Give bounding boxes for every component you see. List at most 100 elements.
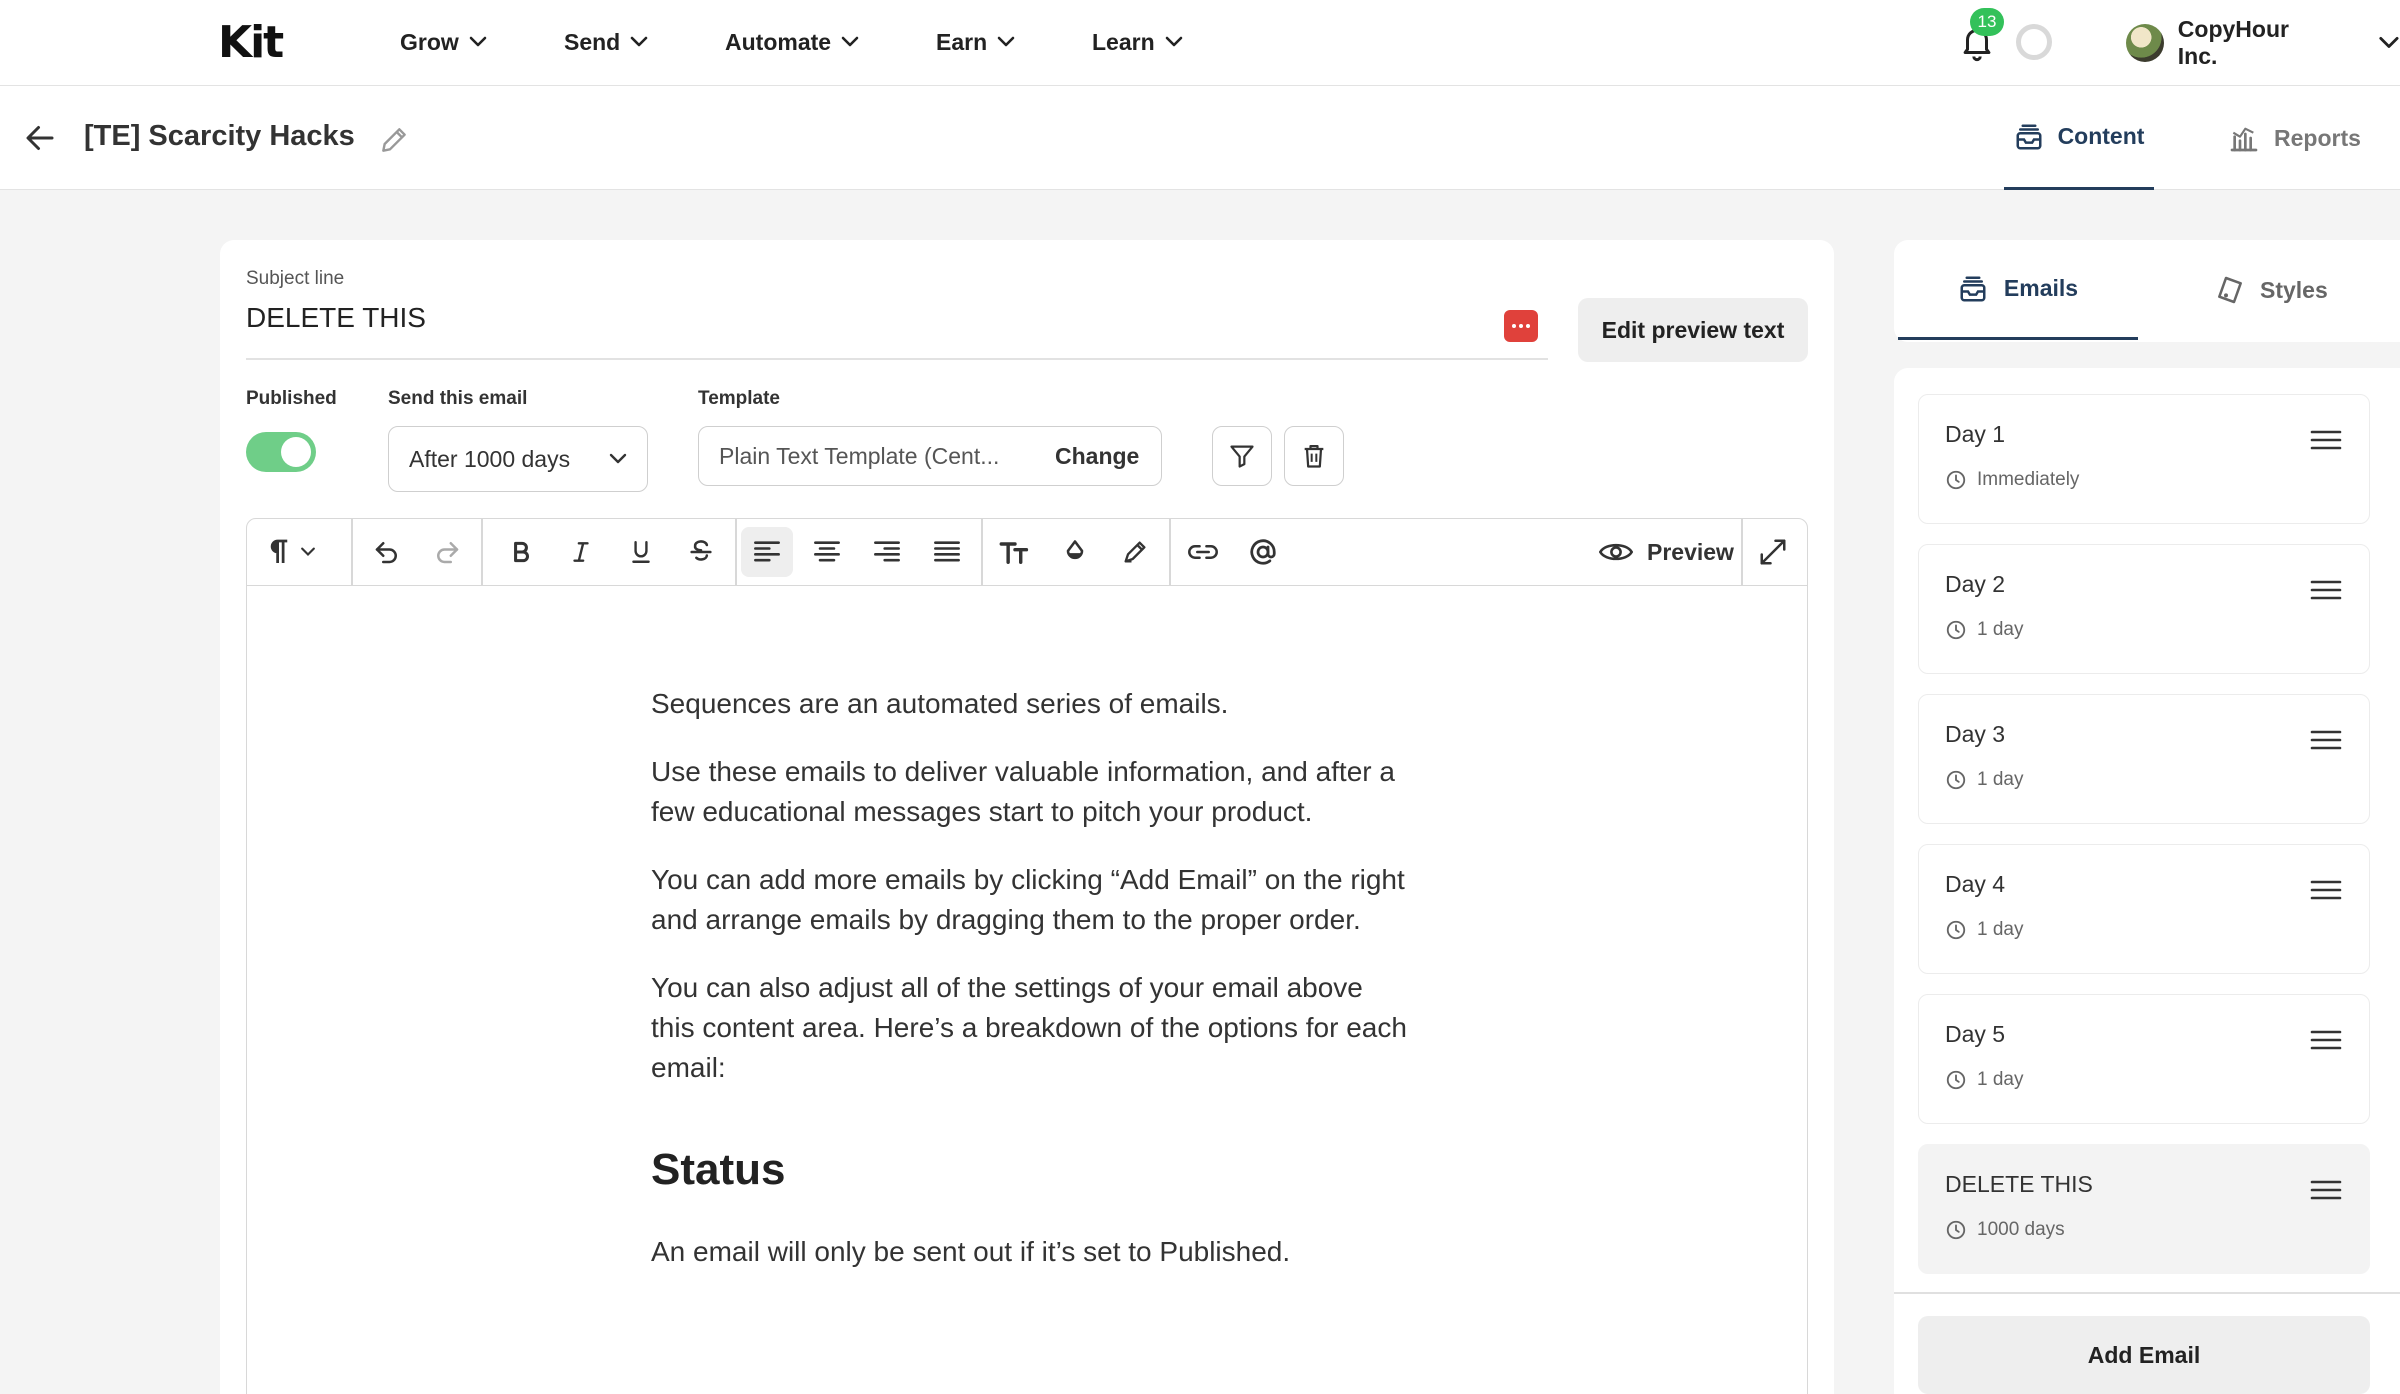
filter-icon [1230, 445, 1254, 468]
notification-count-badge: 13 [1970, 8, 2004, 36]
chevron-down-icon [1165, 36, 1182, 47]
email-list-item[interactable]: Day 1 Immediately [1918, 394, 2370, 524]
nav-send[interactable]: Send [564, 24, 648, 60]
bold-button[interactable] [495, 527, 547, 577]
email-item-delay-text: 1 day [1977, 619, 2024, 640]
email-item-title: Day 5 [1945, 1021, 2006, 1047]
fullscreen-button[interactable] [1747, 527, 1799, 577]
email-list-item-selected[interactable]: DELETE THIS 1000 days [1918, 1144, 2370, 1274]
add-email-button[interactable]: Add Email [1918, 1316, 2370, 1394]
email-list-item[interactable]: Day 2 1 day [1918, 544, 2370, 674]
email-item-title: Day 4 [1945, 871, 2006, 897]
tab-content-label: Content [2057, 123, 2145, 149]
align-justify-button[interactable] [921, 527, 973, 577]
tab-reports[interactable]: Reports [2228, 86, 2390, 190]
email-item-title: Day 2 [1945, 571, 2006, 597]
clock-icon [1946, 470, 1966, 490]
clock-icon [1946, 1070, 1966, 1090]
nav-earn-label: Earn [936, 28, 988, 55]
nav-send-label: Send [564, 28, 621, 55]
email-list-item[interactable]: Day 4 1 day [1918, 844, 2370, 974]
template-selector: Plain Text Template (Cent... Change [698, 426, 1162, 486]
email-body-content[interactable]: Sequences are an automated series of ema… [651, 684, 1411, 1300]
nav-grow-label: Grow [400, 28, 459, 55]
redo-button[interactable] [421, 527, 473, 577]
published-toggle[interactable] [246, 432, 316, 472]
italic-button[interactable] [555, 527, 607, 577]
clock-icon [1946, 620, 1966, 640]
divider [1894, 1292, 2400, 1294]
align-justify-icon [934, 541, 960, 562]
text-color-button[interactable] [1049, 527, 1101, 577]
edit-preview-text-button[interactable]: Edit preview text [1578, 298, 1808, 362]
email-list-item[interactable]: Day 3 1 day [1918, 694, 2370, 824]
filter-button[interactable] [1212, 426, 1272, 486]
back-button[interactable] [22, 120, 58, 156]
drag-handle-icon[interactable] [2309, 727, 2343, 753]
undo-button[interactable] [361, 527, 413, 577]
account-name: CopyHour Inc. [2177, 16, 2289, 69]
inbox-stack-icon [1960, 276, 1986, 301]
email-list: Day 1 Immediately Day 2 1 day Day 3 1 da… [1894, 368, 2400, 1394]
preview-button[interactable]: Preview [1599, 529, 1734, 575]
chevron-down-icon [609, 453, 627, 464]
body-paragraph: Sequences are an automated series of ema… [651, 688, 1229, 719]
italic-icon [573, 542, 589, 562]
drag-handle-icon[interactable] [2309, 877, 2343, 903]
sidebar-tabs: Emails Styles [1894, 240, 2400, 342]
highlight-button[interactable] [1109, 527, 1161, 577]
nav-automate-label: Automate [725, 28, 832, 55]
chevron-down-icon [841, 36, 859, 47]
drag-handle-icon[interactable] [2309, 1177, 2343, 1203]
font-size-button[interactable] [989, 527, 1041, 577]
align-right-button[interactable] [861, 527, 913, 577]
email-body-editor[interactable]: Sequences are an automated series of ema… [246, 586, 1808, 1394]
send-delay-select[interactable]: After 1000 days [388, 426, 648, 492]
body-paragraph: You can add more emails by clicking “Add… [651, 864, 1405, 935]
subject-line-input[interactable]: DELETE THIS [246, 302, 426, 334]
align-center-button[interactable] [801, 527, 853, 577]
underline-button[interactable] [615, 527, 667, 577]
email-item-delay: 1000 days [1945, 1219, 2065, 1241]
email-list-item[interactable]: Day 5 1 day [1918, 994, 2370, 1124]
strikethrough-button[interactable] [675, 527, 727, 577]
link-icon [1188, 545, 1218, 559]
more-options-icon[interactable] [1504, 310, 1538, 342]
mention-button[interactable] [1237, 527, 1289, 577]
nav-earn[interactable]: Earn [936, 24, 1015, 60]
tab-styles[interactable]: Styles [2214, 240, 2384, 340]
pencil-icon [382, 128, 406, 152]
email-item-delay-text: 1 day [1977, 1069, 2024, 1090]
email-item-title: Day 3 [1945, 721, 2006, 747]
rename-button[interactable] [378, 124, 410, 156]
drag-handle-icon[interactable] [2309, 427, 2343, 453]
status-indicator[interactable] [2016, 24, 2052, 60]
nav-learn[interactable]: Learn [1092, 24, 1183, 60]
change-template-button[interactable]: Change [1055, 443, 1139, 470]
tab-emails[interactable]: Emails [1898, 240, 2138, 340]
insert-link-button[interactable] [1177, 527, 1229, 577]
kit-logo[interactable]: Kit [218, 18, 284, 68]
published-label: Published [246, 388, 337, 409]
align-left-button[interactable] [741, 527, 793, 577]
body-paragraph: An email will only be sent out if it’s s… [651, 1236, 1291, 1267]
clock-icon [1946, 920, 1966, 940]
template-name: Plain Text Template (Cent... [719, 443, 1000, 469]
nav-grow[interactable]: Grow [400, 24, 487, 60]
align-right-icon [874, 541, 900, 562]
delete-button[interactable] [1284, 426, 1344, 486]
email-item-delay: 1 day [1945, 769, 2023, 791]
trash-icon [1304, 444, 1324, 468]
nav-automate[interactable]: Automate [725, 24, 859, 60]
nav-learn-label: Learn [1092, 28, 1155, 55]
at-sign-icon [1250, 539, 1276, 565]
drag-handle-icon[interactable] [2309, 577, 2343, 603]
subject-underline [246, 358, 1548, 360]
droplet-icon [1066, 540, 1084, 560]
tab-content[interactable]: Content [2004, 86, 2154, 190]
eye-icon [1599, 543, 1633, 561]
drag-handle-icon[interactable] [2309, 1027, 2343, 1053]
clock-icon [1946, 770, 1966, 790]
account-menu[interactable]: CopyHour Inc. [2126, 16, 2400, 69]
paragraph-format-dropdown[interactable] [259, 527, 325, 577]
